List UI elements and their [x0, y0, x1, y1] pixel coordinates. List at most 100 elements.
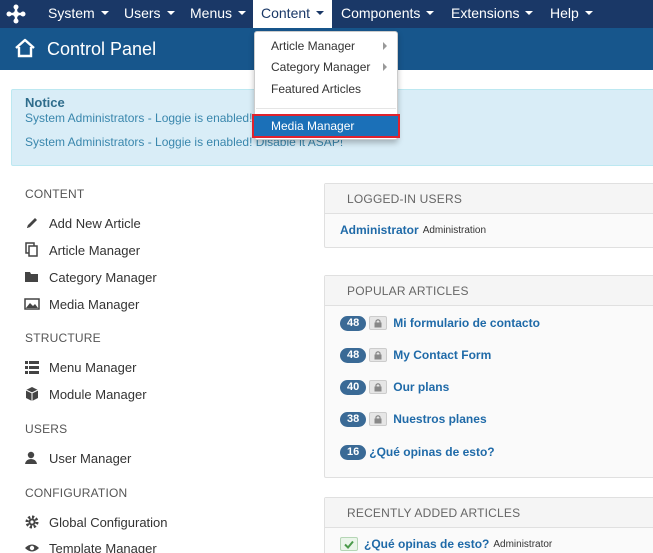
sidebar-item-menu-manager[interactable]: Menu Manager — [24, 357, 136, 377]
hits-badge: 40 — [340, 379, 367, 395]
nav-help-label: Help — [550, 5, 579, 21]
article-link[interactable]: Our plans — [393, 380, 449, 394]
nav-users[interactable]: Users — [124, 0, 175, 28]
menu-item-label: Category Manager — [271, 60, 371, 74]
list-item: 48 Mi formulario de contacto — [340, 313, 540, 333]
caret-down-icon — [316, 11, 325, 16]
lock-icon — [369, 316, 388, 330]
hits-badge: 48 — [340, 347, 367, 363]
nav-users-label: Users — [124, 5, 161, 21]
nav-system-label: System — [48, 5, 95, 21]
menu-item-label: Featured Articles — [271, 82, 362, 96]
sidebar-item-label: Media Manager — [49, 296, 140, 312]
copy-icon — [25, 242, 38, 257]
hits-badge: 38 — [340, 411, 367, 427]
sidebar-item-article-manager[interactable]: Article Manager — [24, 240, 140, 260]
folder-icon — [25, 272, 38, 282]
sidebar-item-media-manager[interactable]: Media Manager — [24, 294, 139, 314]
list-item: 38 Nuestros planes — [340, 409, 487, 429]
list-item: ¿Qué opinas de esto? Administrator — [340, 534, 552, 553]
sidebar-heading-content: CONTENT — [25, 187, 85, 201]
joomla-logo-icon[interactable] — [6, 4, 26, 24]
menu-item-featured-articles[interactable]: Featured Articles — [255, 79, 397, 99]
panel-heading: LOGGED-IN USERS — [325, 184, 653, 214]
page-title: Control Panel — [47, 39, 157, 59]
content-dropdown-menu: Article Manager Category Manager Feature… — [252, 31, 400, 140]
menu-item-article-manager[interactable]: Article Manager — [255, 36, 397, 56]
article-link[interactable]: ¿Qué opinas de esto? — [364, 537, 489, 551]
nav-content[interactable]: Content — [253, 0, 333, 28]
sidebar-item-module-manager[interactable]: Module Manager — [24, 384, 147, 404]
article-link[interactable]: Nuestros planes — [393, 412, 486, 426]
list-item: Administrator Administration — [340, 220, 486, 240]
nav-menus-label: Menus — [190, 5, 233, 21]
list-item: 48 My Contact Form — [340, 345, 491, 365]
nav-components[interactable]: Components — [341, 0, 435, 28]
nav-content-label: Content — [261, 5, 311, 21]
nav-components-label: Components — [341, 5, 421, 21]
menu-divider — [256, 108, 396, 109]
sidebar-item-label: Article Manager — [49, 242, 141, 258]
user-link[interactable]: Administrator — [340, 223, 419, 237]
caret-down-icon — [525, 11, 534, 16]
sidebar-item-category-manager[interactable]: Category Manager — [24, 267, 157, 287]
pencil-icon — [27, 218, 37, 228]
panel-heading: RECENTLY ADDED ARTICLES — [325, 498, 653, 528]
nav-extensions-label: Extensions — [451, 5, 520, 21]
sidebar-item-user-manager[interactable]: User Manager — [24, 448, 131, 468]
nav-menus[interactable]: Menus — [190, 0, 247, 28]
caret-down-icon — [426, 11, 435, 16]
menu-item-media-manager[interactable]: Media Manager — [252, 114, 400, 138]
lock-icon — [369, 412, 388, 426]
nav-system[interactable]: System — [48, 0, 109, 28]
hits-badge: 48 — [340, 315, 367, 331]
article-author: Administrator — [493, 538, 553, 550]
article-link[interactable]: My Contact Form — [393, 348, 491, 362]
lock-icon — [369, 380, 388, 394]
menu-item-category-manager[interactable]: Category Manager — [255, 57, 397, 77]
menu-item-label: Article Manager — [271, 39, 356, 53]
home-icon — [15, 38, 35, 58]
caret-down-icon — [238, 11, 247, 16]
list-icon — [25, 361, 39, 374]
list-item: 40 Our plans — [340, 377, 449, 397]
sidebar-item-template-manager[interactable]: Template Manager — [24, 538, 157, 553]
sidebar-item-label: Template Manager — [49, 540, 157, 553]
sidebar-item-label: Category Manager — [49, 269, 157, 285]
cube-icon — [25, 387, 39, 401]
lock-icon — [369, 348, 388, 362]
nav-extensions[interactable]: Extensions — [451, 0, 534, 28]
panel-heading: POPULAR ARTICLES — [325, 276, 653, 306]
sidebar-heading-configuration: CONFIGURATION — [25, 486, 128, 500]
menu-item-label: Media Manager — [271, 119, 355, 133]
article-link[interactable]: Mi formulario de contacto — [393, 316, 540, 330]
logged-in-users-panel: LOGGED-IN USERS Administrator Administra… — [324, 183, 653, 248]
recently-added-articles-panel: RECENTLY ADDED ARTICLES ¿Qué opinas de e… — [324, 497, 653, 553]
sidebar-item-label: Add New Article — [49, 215, 141, 231]
sidebar-heading-users: USERS — [25, 422, 68, 436]
caret-down-icon — [166, 11, 175, 16]
user-icon — [25, 451, 37, 464]
eye-icon — [25, 544, 39, 552]
gear-icon — [25, 515, 39, 529]
sidebar-item-label: Menu Manager — [49, 359, 137, 375]
submenu-arrow-icon — [383, 42, 387, 50]
hits-badge: 16 — [340, 444, 367, 460]
article-link[interactable]: ¿Qué opinas de esto? — [369, 445, 494, 459]
notice-title: Notice — [25, 95, 65, 110]
check-icon[interactable] — [340, 537, 358, 551]
sidebar-heading-structure: STRUCTURE — [25, 331, 101, 345]
user-location: Administration — [422, 224, 487, 236]
image-icon — [24, 298, 40, 310]
submenu-arrow-icon — [383, 63, 387, 71]
sidebar-item-label: Global Configuration — [49, 514, 168, 530]
sidebar-item-label: Module Manager — [49, 386, 147, 402]
popular-articles-panel: POPULAR ARTICLES 48 Mi formulario de con… — [324, 275, 653, 478]
top-navbar: System Users Menus Content Components Ex… — [0, 0, 653, 28]
nav-help[interactable]: Help — [550, 0, 593, 28]
sidebar-item-label: User Manager — [49, 450, 132, 466]
caret-down-icon — [584, 11, 593, 16]
list-item: 16 ¿Qué opinas de esto? — [340, 442, 495, 462]
sidebar-item-global-configuration[interactable]: Global Configuration — [24, 512, 168, 532]
sidebar-item-add-new-article[interactable]: Add New Article — [24, 213, 141, 233]
